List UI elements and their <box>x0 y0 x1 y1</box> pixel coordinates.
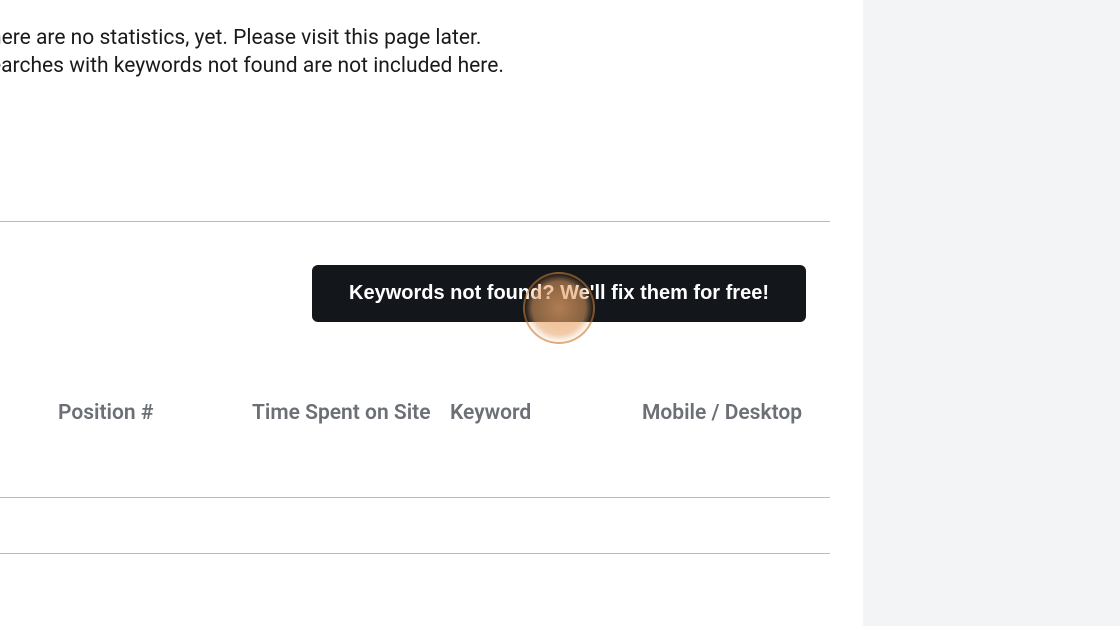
info-line-2: earches with keywords not found are not … <box>0 52 504 80</box>
divider <box>0 553 830 554</box>
column-header-time-spent: Time Spent on Site <box>252 401 431 425</box>
column-header-position: Position # <box>58 401 153 425</box>
divider <box>0 497 830 498</box>
info-line-1: here are no statistics, yet. Please visi… <box>0 24 504 52</box>
info-message: here are no statistics, yet. Please visi… <box>0 24 504 81</box>
cta-label: Keywords not found? We'll fix them for f… <box>349 282 769 305</box>
divider <box>0 221 830 222</box>
column-header-keyword: Keyword <box>450 401 531 425</box>
column-header-mobile-desktop: Mobile / Desktop <box>642 401 802 425</box>
main-content: here are no statistics, yet. Please visi… <box>0 0 863 626</box>
right-sidebar <box>863 0 1120 626</box>
fix-keywords-button[interactable]: Keywords not found? We'll fix them for f… <box>312 265 806 322</box>
